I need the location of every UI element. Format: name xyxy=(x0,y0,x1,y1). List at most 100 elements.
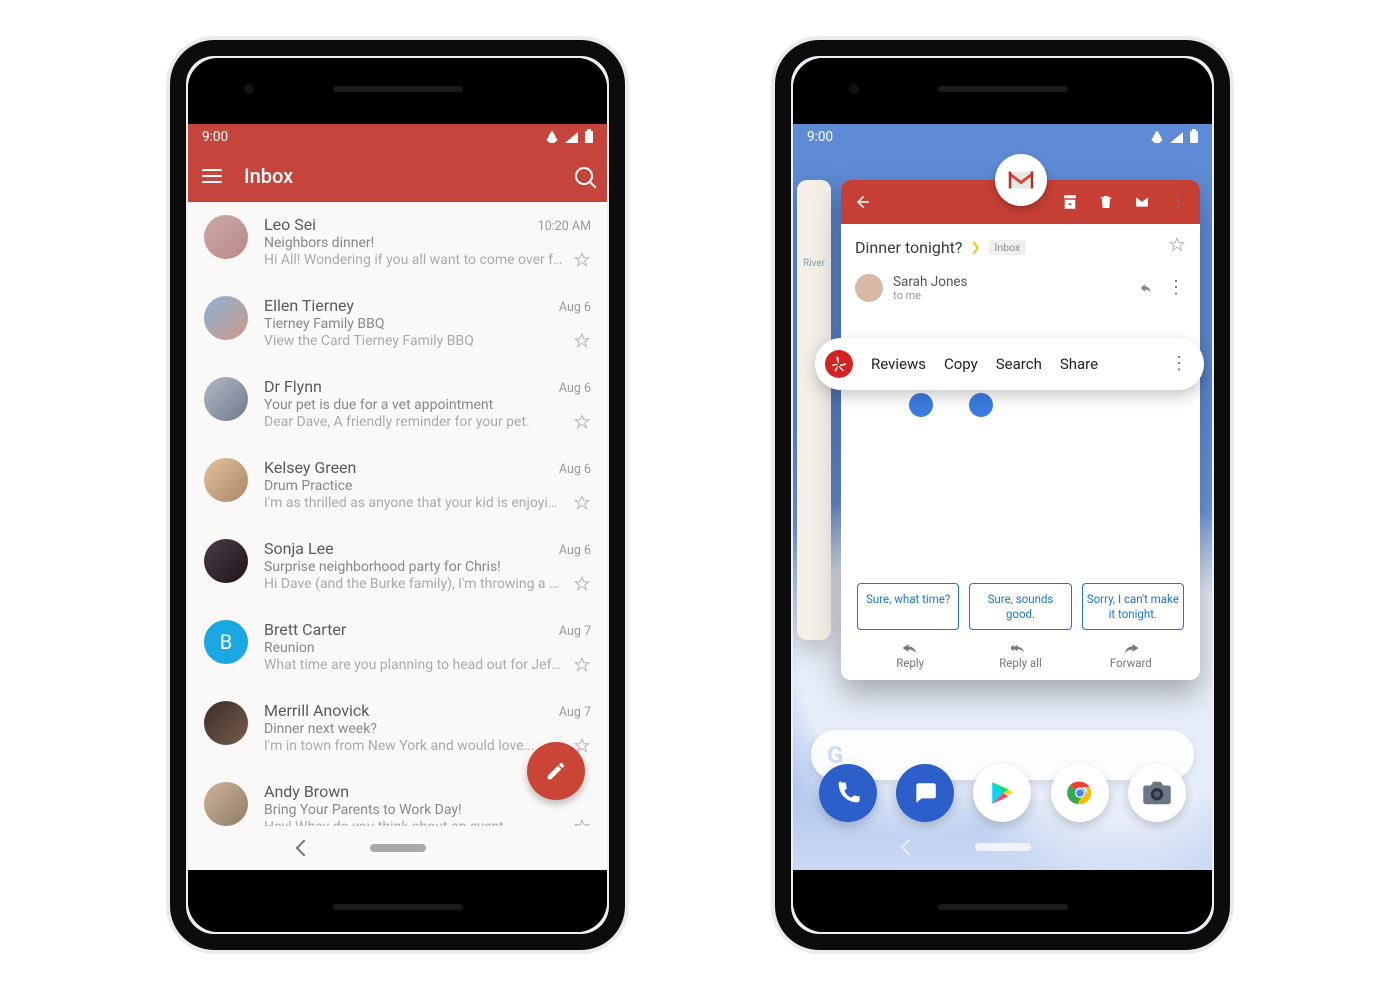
speaker-grille-top xyxy=(938,86,1068,92)
compose-fab[interactable] xyxy=(527,742,585,800)
nav-back-icon[interactable] xyxy=(900,839,917,856)
recents-card-maps-peek[interactable] xyxy=(797,180,831,640)
email-snippet: Hi Dave (and the Burke family), I'm thro… xyxy=(264,576,563,592)
email-actions-row: Reply Reply all Forward xyxy=(855,642,1186,670)
sender-avatar xyxy=(204,377,248,421)
cell-signal-icon xyxy=(1170,132,1183,143)
nav-home-pill[interactable] xyxy=(975,843,1031,851)
email-subject: Bring Your Parents to Work Day! xyxy=(264,802,591,818)
archive-icon[interactable] xyxy=(1060,192,1080,212)
sender-name: Kelsey Green xyxy=(264,458,559,477)
speaker-grille-bottom xyxy=(938,904,1068,910)
sender-name: Brett Carter xyxy=(264,620,559,639)
smart-reply-chip[interactable]: Sorry, I can't make it tonight. xyxy=(1082,583,1184,630)
star-icon[interactable] xyxy=(573,575,591,593)
search-icon[interactable] xyxy=(575,167,593,185)
dock-phone-icon[interactable] xyxy=(819,764,877,822)
phone-frame-gmail: 9:00 Inbox Leo Sei10:20 AMNeighbors dinn… xyxy=(170,40,625,950)
toolbar-reviews[interactable]: Reviews xyxy=(871,355,926,373)
phone-frame-recents: 9:00 xyxy=(775,40,1230,950)
email-row[interactable]: Leo Sei10:20 AMNeighbors dinner!Hi All! … xyxy=(188,202,607,283)
sender-name: Sonja Lee xyxy=(264,539,559,558)
email-time: Aug 6 xyxy=(559,543,591,558)
smart-reply-row: Sure, what time? Sure, sounds good. Sorr… xyxy=(855,583,1186,630)
email-time: Aug 6 xyxy=(559,381,591,396)
mail-icon[interactable] xyxy=(1132,192,1152,212)
sender-avatar xyxy=(204,782,248,826)
reply-all-action[interactable]: Reply all xyxy=(965,642,1075,670)
recents-card-gmail[interactable]: ⋮ Dinner tonight? ❯ Inbox xyxy=(841,180,1200,680)
battery-icon xyxy=(585,131,593,143)
forward-action[interactable]: Forward xyxy=(1076,642,1186,670)
reply-icon[interactable] xyxy=(1136,278,1156,298)
email-time: Aug 6 xyxy=(559,462,591,477)
inbox-label-chip[interactable]: Inbox xyxy=(989,240,1027,255)
sender-name: Sarah Jones xyxy=(893,274,968,290)
sender-name: Merrill Anovick xyxy=(264,701,559,720)
email-subject: Surprise neighborhood party for Chris! xyxy=(264,559,591,575)
reply-action[interactable]: Reply xyxy=(855,642,965,670)
email-row[interactable]: Dr FlynnAug 6Your pet is due for a vet a… xyxy=(188,364,607,445)
overflow-menu-icon[interactable]: ⋮ xyxy=(1168,192,1188,212)
back-arrow-icon[interactable] xyxy=(853,192,873,212)
email-snippet: I'm as thrilled as anyone that your kid … xyxy=(264,495,563,511)
email-snippet: Hey! Whay do you think about an event... xyxy=(264,819,563,826)
nav-home-pill[interactable] xyxy=(370,844,426,852)
email-row[interactable]: Ellen TierneyAug 6Tierney Family BBQView… xyxy=(188,283,607,364)
recipient-label: to me xyxy=(893,289,968,302)
smart-reply-chip[interactable]: Sure, sounds good. xyxy=(969,583,1071,630)
sender-avatar: B xyxy=(204,620,248,664)
front-camera-dot xyxy=(849,84,859,94)
email-snippet: Dear Dave, A friendly reminder for your … xyxy=(264,414,563,430)
overflow-menu-icon[interactable]: ⋮ xyxy=(1166,278,1186,298)
star-icon[interactable] xyxy=(573,818,591,826)
overflow-menu-icon[interactable]: ⋮ xyxy=(1170,358,1188,370)
smart-reply-chip[interactable]: Sure, what time? xyxy=(857,583,959,630)
toolbar-copy[interactable]: Copy xyxy=(944,355,978,373)
email-subject-row: Dinner tonight? ❯ Inbox xyxy=(855,236,1186,258)
toolbar-search[interactable]: Search xyxy=(996,355,1042,373)
sender-name: Leo Sei xyxy=(264,215,538,234)
front-camera-dot xyxy=(244,84,254,94)
email-row[interactable]: BBrett CarterAug 7ReunionWhat time are y… xyxy=(188,607,607,688)
email-list[interactable]: Leo Sei10:20 AMNeighbors dinner!Hi All! … xyxy=(188,202,607,826)
nav-back-icon[interactable] xyxy=(295,840,312,857)
star-icon[interactable] xyxy=(1168,236,1186,258)
sender-name: Dr Flynn xyxy=(264,377,559,396)
email-snippet: View the Card Tierney Family BBQ xyxy=(264,333,563,349)
gmail-app-bar: Inbox xyxy=(188,150,607,202)
star-icon[interactable] xyxy=(573,494,591,512)
text-selection-toolbar: Reviews Copy Search Share ⋮ xyxy=(815,338,1204,390)
sender-name: Ellen Tierney xyxy=(264,296,559,315)
email-snippet: I'm in town from New York and would love… xyxy=(264,738,563,754)
selection-handle-start[interactable] xyxy=(909,393,933,417)
toolbar-share[interactable]: Share xyxy=(1060,355,1098,373)
email-subject: Reunion xyxy=(264,640,591,656)
email-row[interactable]: Sonja LeeAug 6Surprise neighborhood part… xyxy=(188,526,607,607)
status-time: 9:00 xyxy=(807,129,833,145)
dock-camera-icon[interactable] xyxy=(1128,764,1186,822)
email-from-row[interactable]: Sarah Jones to me ⋮ xyxy=(855,274,1186,302)
email-time: Aug 7 xyxy=(559,705,591,720)
sender-avatar xyxy=(204,296,248,340)
gmail-app-icon[interactable] xyxy=(995,154,1047,206)
home-dock xyxy=(793,764,1212,822)
pencil-icon xyxy=(545,760,567,782)
star-icon[interactable] xyxy=(573,656,591,674)
wifi-icon xyxy=(545,131,559,143)
star-icon[interactable] xyxy=(573,251,591,269)
dock-play-store-icon[interactable] xyxy=(973,764,1031,822)
dock-messages-icon[interactable] xyxy=(896,764,954,822)
selection-handle-end[interactable] xyxy=(969,393,993,417)
email-subject: Dinner tonight? xyxy=(855,238,962,257)
star-icon[interactable] xyxy=(573,332,591,350)
dock-chrome-icon[interactable] xyxy=(1051,764,1109,822)
sender-avatar xyxy=(204,458,248,502)
status-bar: 9:00 xyxy=(793,124,1212,150)
email-row[interactable]: Kelsey GreenAug 6Drum PracticeI'm as thr… xyxy=(188,445,607,526)
delete-icon[interactable] xyxy=(1096,192,1116,212)
hamburger-menu-icon[interactable] xyxy=(202,169,222,183)
speaker-grille-bottom xyxy=(333,904,463,910)
star-icon[interactable] xyxy=(573,413,591,431)
email-subject: Drum Practice xyxy=(264,478,591,494)
